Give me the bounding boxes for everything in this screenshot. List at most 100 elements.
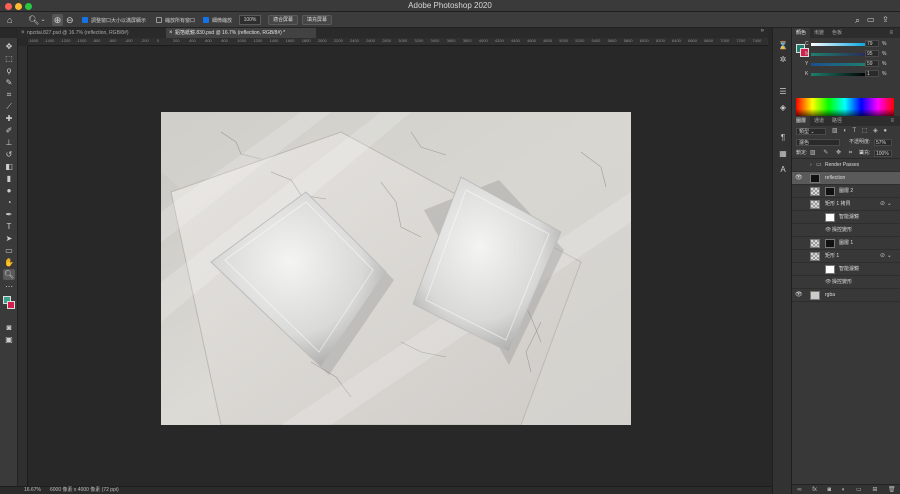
yellow-value[interactable]: 59 xyxy=(865,60,879,67)
layer-2[interactable]: 圖層 2 xyxy=(792,185,900,198)
blend-mode-select[interactable]: 濾色 xyxy=(796,139,840,146)
scrubby-zoom-checkbox[interactable]: 細微縮放 xyxy=(203,14,232,26)
quick-selection-tool-icon[interactable]: ✎ xyxy=(3,77,15,88)
smart-filters-row[interactable]: 智能濾鏡 xyxy=(792,211,900,224)
smart-filters-row[interactable]: 智能濾鏡 xyxy=(792,263,900,276)
document-tab[interactable]: × npzdai.827.psd @ 16.7% (reflection, RGB… xyxy=(18,28,166,38)
workspace-icon[interactable]: ▭ xyxy=(867,14,875,26)
fit-screen-button[interactable]: 適合屏幕 xyxy=(268,15,299,25)
smart-filter-options-icon[interactable]: ⊘ ⌄ xyxy=(880,250,892,263)
fill-field[interactable]: 100% xyxy=(874,150,892,157)
adjustment-layer-icon[interactable]: ◐ xyxy=(842,487,846,493)
panel-menu-icon[interactable]: ≡ xyxy=(886,116,898,126)
status-zoom[interactable]: 16.67% xyxy=(24,487,41,494)
color-swatches[interactable] xyxy=(0,292,18,320)
hand-tool-icon[interactable]: ✋ xyxy=(3,257,15,268)
eyedropper-tool-icon[interactable]: ⟋ xyxy=(3,101,15,112)
zoom-tool-preset-icon[interactable]: 🔍︎ ⌄ xyxy=(28,14,45,26)
black-value[interactable]: 1 xyxy=(865,70,879,77)
background-color-swatch[interactable] xyxy=(7,301,15,309)
cyan-slider[interactable] xyxy=(811,43,867,46)
screen-mode-icon[interactable]: ▣ xyxy=(3,334,15,345)
new-layer-icon[interactable]: ⊞ xyxy=(872,486,877,493)
smart-filter-options-icon[interactable]: ⊘ ⌄ xyxy=(880,198,892,211)
canvas-area[interactable] xyxy=(28,46,768,486)
trash-icon[interactable]: 🗑︎ xyxy=(888,486,896,493)
close-tab-icon[interactable]: × xyxy=(169,28,173,38)
puppet-warp-row[interactable]: 👁︎ 操控變形 xyxy=(792,224,900,237)
tab-layers[interactable]: 圖層 xyxy=(792,116,811,126)
add-mask-icon[interactable]: ◙ xyxy=(828,487,832,493)
marquee-tool-icon[interactable]: ⬚ xyxy=(3,53,15,64)
share-icon[interactable]: ⇪ xyxy=(882,14,889,26)
history-panel-icon[interactable]: ⌛ xyxy=(777,40,789,51)
tab-gradients[interactable]: 漸變 xyxy=(810,28,828,38)
crop-tool-icon[interactable]: ⌗ xyxy=(3,89,15,100)
expand-arrow-icon[interactable]: › xyxy=(810,159,812,172)
opacity-field[interactable]: 57% xyxy=(874,139,892,146)
quick-mask-icon[interactable]: ◙ xyxy=(3,322,15,333)
pen-tool-icon[interactable]: ✒ xyxy=(3,209,15,220)
rectangle-tool-icon[interactable]: ▭ xyxy=(3,245,15,256)
layer-kind-filter[interactable]: 類型 ⌄ xyxy=(796,128,826,135)
healing-brush-tool-icon[interactable]: ✚ xyxy=(3,113,15,124)
layer-1[interactable]: 圖層 1 xyxy=(792,237,900,250)
visibility-eye-icon[interactable]: 👁︎ xyxy=(795,289,803,302)
path-selection-tool-icon[interactable]: ➤ xyxy=(3,233,15,244)
puppet-warp-row[interactable]: 👁︎ 操控變形 xyxy=(792,276,900,289)
tab-channels[interactable]: 通道 xyxy=(810,116,828,126)
visibility-eye-icon[interactable]: 👁︎ xyxy=(825,224,831,237)
layer-rect-1-copy[interactable]: 矩形 1 拷貝 ⊘ ⌄ xyxy=(792,198,900,211)
tab-swatches[interactable]: 色板 xyxy=(828,28,846,38)
fill-screen-button[interactable]: 填充屏幕 xyxy=(302,15,333,25)
zoom-tool-icon[interactable]: 🔍︎ xyxy=(3,269,15,280)
zoom-in-icon[interactable]: ⊕ xyxy=(52,14,63,26)
search-icon[interactable]: ⌕ xyxy=(855,14,860,26)
properties-panel-icon[interactable]: ☰ xyxy=(777,86,789,97)
layer-filter-icons[interactable]: ▨ ◐ T ⬚ ◈ ● xyxy=(832,126,889,137)
black-slider[interactable] xyxy=(811,73,867,76)
move-tool-icon[interactable]: ✥ xyxy=(3,41,15,52)
tab-color[interactable]: 顏色 xyxy=(792,28,811,38)
layer-group-render-passes[interactable]: › ▭ Render Passes xyxy=(792,159,900,172)
yellow-slider[interactable] xyxy=(811,63,867,66)
lasso-tool-icon[interactable]: ϙ xyxy=(3,65,15,76)
layer-reflection[interactable]: 👁︎ reflection xyxy=(792,172,900,185)
layer-rgba[interactable]: 👁︎ rgba xyxy=(792,289,900,302)
layer-rect-1[interactable]: 矩形 1 ⊘ ⌄ xyxy=(792,250,900,263)
magenta-value[interactable]: 95 xyxy=(865,50,879,57)
tab-overflow-icon[interactable]: » xyxy=(761,28,764,34)
paragraph-panel-icon[interactable]: ¶ xyxy=(777,132,789,143)
more-tools-icon[interactable]: ⋯ xyxy=(3,281,15,292)
zoom-percent-field[interactable]: 100% xyxy=(239,15,261,25)
panel-menu-icon[interactable]: ≡ xyxy=(885,28,897,38)
link-layers-icon[interactable]: ∞ xyxy=(797,487,801,493)
clone-stamp-tool-icon[interactable]: ⊥ xyxy=(3,137,15,148)
vertical-ruler[interactable] xyxy=(18,46,28,486)
magenta-slider[interactable] xyxy=(811,53,867,56)
fx-icon[interactable]: fx xyxy=(812,487,817,493)
blur-tool-icon[interactable]: ● xyxy=(3,185,15,196)
new-group-icon[interactable]: ▭ xyxy=(856,486,862,493)
visibility-eye-icon[interactable]: 👁︎ xyxy=(795,172,803,185)
glyphs-panel-icon[interactable]: A xyxy=(777,164,789,175)
dodge-tool-icon[interactable]: ◔ xyxy=(3,197,15,208)
lock-icons[interactable]: ▨ ✎ ✥ ⌗ 🔒︎ xyxy=(810,148,866,159)
zoom-out-icon[interactable]: ⊖ xyxy=(66,14,74,26)
zoom-all-windows-checkbox[interactable]: 縮放所有窗口 xyxy=(156,14,195,26)
resize-windows-checkbox[interactable]: 調整窗口大小以滿屏顯示 xyxy=(82,14,146,26)
gradient-tool-icon[interactable]: ▮ xyxy=(3,173,15,184)
document-tab-active[interactable]: × 鋁箔紙鏡.830.psd @ 16.7% (reflection, RGB/8… xyxy=(166,28,316,38)
libraries-panel-icon[interactable]: ◈ xyxy=(777,102,789,113)
brush-tool-icon[interactable]: ✐ xyxy=(3,125,15,136)
tab-paths[interactable]: 路徑 xyxy=(828,116,846,126)
adjustments-panel-icon[interactable]: ✲ xyxy=(777,54,789,65)
styles-panel-icon[interactable]: ▦ xyxy=(777,148,789,159)
eraser-tool-icon[interactable]: ◧ xyxy=(3,161,15,172)
history-brush-tool-icon[interactable]: ↺ xyxy=(3,149,15,160)
type-tool-icon[interactable]: T xyxy=(3,221,15,232)
cyan-value[interactable]: 79 xyxy=(865,40,879,47)
visibility-eye-icon[interactable]: 👁︎ xyxy=(825,276,831,289)
close-tab-icon[interactable]: × xyxy=(21,28,25,38)
horizontal-ruler[interactable]: -1600 -1400 -1200 -1000 -800 -600 -400 -200 0 200… xyxy=(28,38,768,46)
